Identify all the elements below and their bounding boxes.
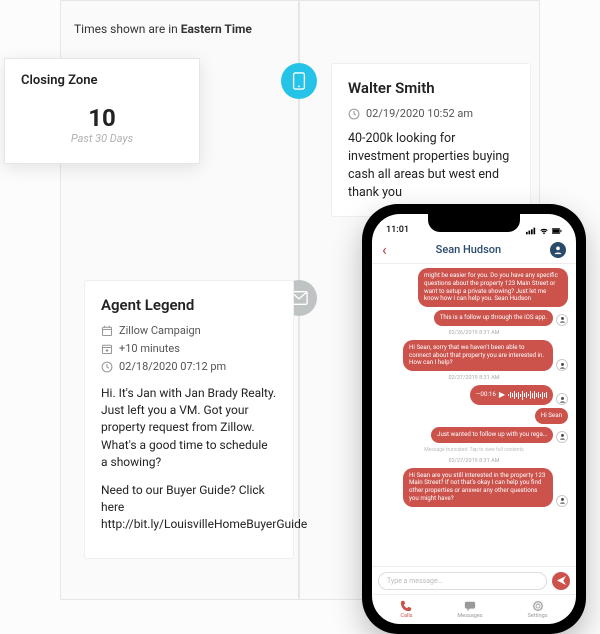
send-button[interactable] [552, 572, 570, 590]
waveform-icon [508, 390, 547, 400]
agent-legend-card[interactable]: Agent Legend Zillow Campaign +10 minutes… [84, 280, 294, 559]
chat-bubble[interactable]: This is a follow up through the iOS app. [434, 310, 553, 326]
calendar-plus-icon [101, 343, 113, 355]
timeline-node-mobile [281, 63, 317, 99]
truncation-note[interactable]: Message truncated. Tap to view full cont… [380, 447, 568, 453]
contact-name: Walter Smith [348, 78, 514, 100]
phone-mockup: 11:01 ‹ Sean Hudson might be easier for … [362, 204, 586, 634]
bubble-avatar-icon [556, 393, 568, 405]
back-button[interactable]: ‹ [382, 242, 387, 258]
chat-body[interactable]: might be easier for you. Do you have any… [372, 264, 576, 566]
bubble-avatar-icon [556, 495, 568, 507]
contact-body: 40-200k looking for investment propertie… [348, 130, 514, 203]
legend-campaign-row: Zillow Campaign [101, 323, 277, 339]
signal-icon [526, 227, 536, 235]
chat-bubble[interactable]: Hi Sean, sorry that we haven't been able… [403, 340, 553, 371]
legend-campaign: Zillow Campaign [119, 323, 201, 339]
bubble-avatar-icon [556, 359, 568, 371]
clock-icon [101, 361, 113, 373]
legend-delta: +10 minutes [119, 341, 180, 357]
phone-icon [400, 600, 412, 612]
chat-date: 02/26/2019 8:31 AM [380, 330, 568, 336]
timezone-note: Times shown are in Eastern Time [74, 22, 252, 36]
wifi-icon [539, 227, 549, 235]
message-input[interactable]: Type a message… [378, 572, 547, 590]
timezone-prefix: Times shown are in [74, 22, 181, 36]
bubble-avatar-icon [556, 431, 568, 443]
legend-time: 02/18/2020 07:12 pm [119, 359, 226, 375]
avatar[interactable] [550, 242, 566, 258]
voice-time: —00:16 [476, 391, 496, 399]
closing-title: Closing Zone [21, 73, 183, 88]
tab-messages[interactable]: Messages [457, 600, 482, 619]
message-composer: Type a message… [372, 566, 576, 594]
chat-bubble[interactable]: might be easier for you. Do you have any… [418, 268, 568, 307]
tab-settings[interactable]: Settings [527, 600, 547, 619]
tab-label: Messages [457, 613, 482, 619]
legend-title: Agent Legend [101, 295, 277, 317]
closing-zone-card: Closing Zone 10 Past 30 Days [4, 58, 200, 164]
bubble-avatar-icon [556, 314, 568, 326]
phone-screen: 11:01 ‹ Sean Hudson might be easier for … [372, 214, 576, 624]
tab-calls[interactable]: Calls [400, 600, 412, 619]
gear-icon [532, 600, 544, 612]
chat-header: ‹ Sean Hudson [372, 236, 576, 264]
legend-delta-row: +10 minutes [101, 341, 277, 357]
contact-card-walter[interactable]: Walter Smith 02/19/2020 10:52 am 40-200k… [331, 63, 531, 217]
legend-body-1: Hi. It's Jan with Jan Brady Realty. Just… [101, 385, 277, 472]
messages-icon [464, 600, 476, 612]
contact-time-row: 02/19/2020 10:52 am [348, 106, 514, 122]
legend-body: Hi. It's Jan with Jan Brady Realty. Just… [101, 385, 277, 534]
voice-message-bubble[interactable]: —00:16 ▶ [470, 385, 553, 405]
send-icon [557, 576, 566, 585]
battery-icon [552, 227, 562, 235]
chat-contact-name: Sean Hudson [436, 243, 501, 256]
timezone-name: Eastern Time [181, 22, 252, 36]
legend-body-2: Need to our Buyer Guide? Click here http… [101, 482, 277, 534]
closing-sub: Past 30 Days [21, 132, 183, 145]
closing-value: 10 [21, 104, 183, 132]
user-icon [553, 245, 563, 255]
tab-bar: Calls Messages Settings [372, 594, 576, 624]
tab-label: Calls [400, 613, 412, 619]
chat-bubble[interactable]: Hi Sean [535, 408, 568, 424]
mobile-icon [292, 72, 306, 90]
chat-date: 02/27/2019 8:31 AM [380, 375, 568, 381]
chat-date: 02/27/2019 8:31 AM [380, 458, 568, 464]
phone-notch [428, 214, 520, 232]
contact-time: 02/19/2020 10:52 am [366, 106, 473, 122]
tab-label: Settings [527, 613, 547, 619]
status-time: 11:01 [386, 225, 409, 235]
status-right [526, 227, 562, 235]
calendar-icon [101, 325, 113, 337]
chat-bubble[interactable]: Just wanted to follow up with you rega… [431, 427, 553, 443]
clock-icon [348, 108, 360, 120]
chat-bubble[interactable]: Hi Sean are you still interested in the … [403, 468, 553, 507]
legend-time-row: 02/18/2020 07:12 pm [101, 359, 277, 375]
